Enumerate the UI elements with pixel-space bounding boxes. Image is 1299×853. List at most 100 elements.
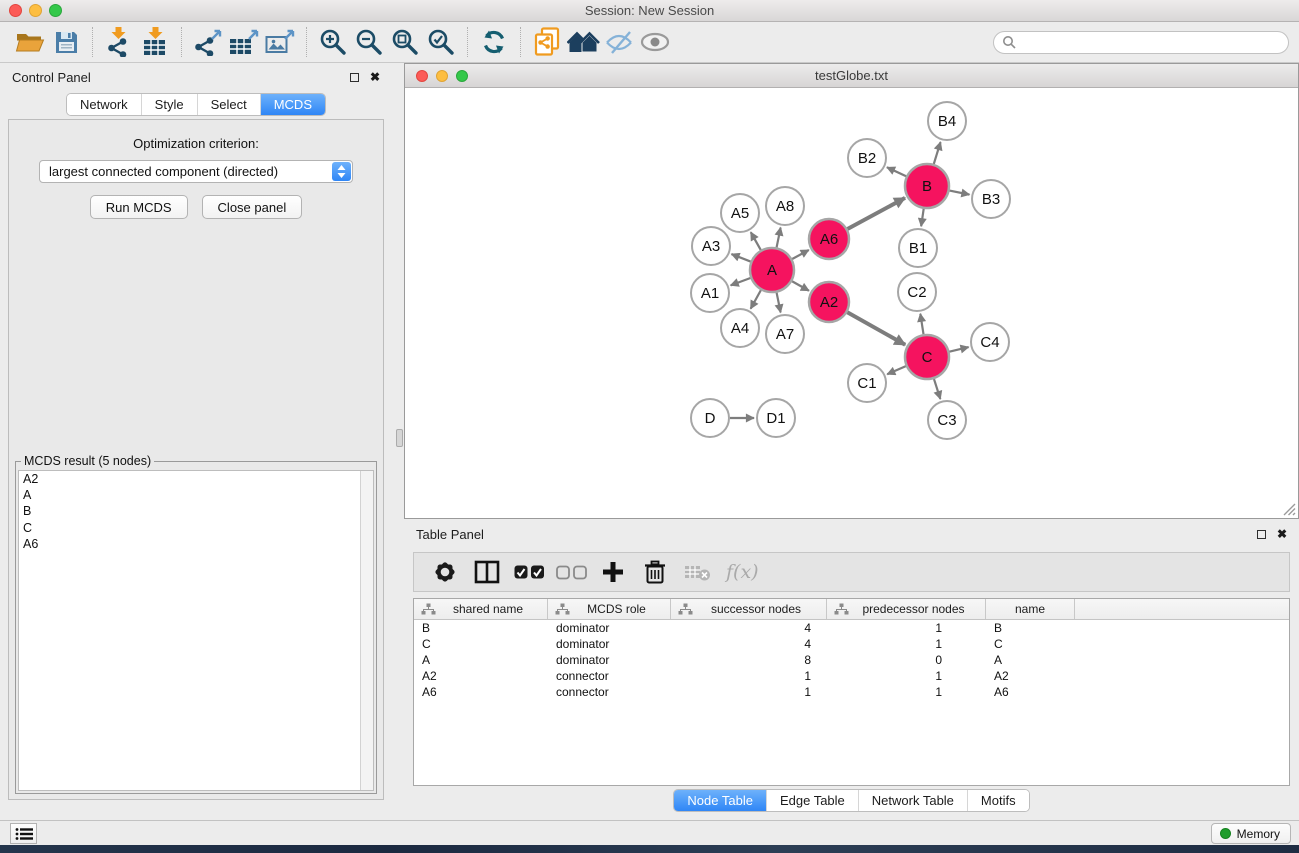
resize-grip-icon[interactable] — [1283, 503, 1296, 516]
network-zoom-button[interactable] — [456, 70, 468, 82]
table-cell[interactable]: connector — [548, 669, 671, 683]
graph-node-A2[interactable]: A2 — [809, 282, 849, 322]
graph-edge-B-B2[interactable] — [887, 167, 906, 176]
graph-edge-C-C4[interactable] — [949, 347, 968, 352]
table-cell[interactable]: 1 — [671, 685, 827, 699]
graph-node-C2[interactable]: C2 — [898, 273, 936, 311]
import-network-icon[interactable] — [101, 25, 137, 59]
graph-edge-A-A2[interactable] — [792, 281, 809, 290]
graph-edge-C-C3[interactable] — [934, 379, 940, 399]
table-cell[interactable]: connector — [548, 685, 671, 699]
graph-edge-A-A6[interactable] — [792, 250, 809, 259]
tab-network[interactable]: Network — [67, 94, 141, 115]
table-cell[interactable]: dominator — [548, 653, 671, 667]
splitter-handle[interactable] — [396, 429, 403, 447]
save-session-icon[interactable] — [48, 25, 84, 59]
graph-edge-A2-C[interactable] — [847, 312, 905, 344]
close-panel-icon[interactable]: ✖ — [1277, 528, 1287, 540]
graph-edge-C-C2[interactable] — [920, 314, 923, 335]
tab-network-table[interactable]: Network Table — [858, 790, 967, 811]
mcds-result-item[interactable]: A — [19, 487, 373, 503]
graph-edge-A6-B[interactable] — [847, 198, 905, 229]
mcds-result-item[interactable]: A2 — [19, 471, 373, 487]
run-mcds-button[interactable]: Run MCDS — [90, 195, 188, 219]
graph-node-A[interactable]: A — [750, 248, 794, 292]
node-table[interactable]: shared nameMCDS rolesuccessor nodesprede… — [413, 598, 1290, 786]
graph-node-B4[interactable]: B4 — [928, 102, 966, 140]
tab-mcds[interactable]: MCDS — [260, 94, 325, 115]
graph-node-C4[interactable]: C4 — [971, 323, 1009, 361]
graph-node-A4[interactable]: A4 — [721, 309, 759, 347]
column-header-MCDS-role[interactable]: MCDS role — [548, 599, 671, 619]
column-header-predecessor-nodes[interactable]: predecessor nodes — [827, 599, 986, 619]
table-cell[interactable]: A2 — [986, 669, 1075, 683]
table-cell[interactable]: 0 — [827, 653, 986, 667]
close-window-button[interactable] — [9, 4, 22, 17]
graph-edge-A-A3[interactable] — [731, 254, 750, 262]
zoom-fit-icon[interactable] — [387, 25, 423, 59]
zoom-window-button[interactable] — [49, 4, 62, 17]
table-cell[interactable]: A — [414, 653, 548, 667]
graph-edge-A-A4[interactable] — [751, 290, 761, 309]
trash-icon[interactable] — [638, 556, 672, 588]
table-cell[interactable]: 1 — [827, 685, 986, 699]
graph-node-C1[interactable]: C1 — [848, 364, 886, 402]
graph-node-A1[interactable]: A1 — [691, 274, 729, 312]
table-cell[interactable]: 4 — [671, 637, 827, 651]
optimization-criterion-select[interactable]: largest connected component (directed) — [39, 160, 353, 183]
mcds-result-item[interactable]: C — [19, 520, 373, 536]
graph-edge-B-B4[interactable] — [934, 142, 941, 164]
gear-icon[interactable] — [428, 556, 462, 588]
tab-style[interactable]: Style — [141, 94, 197, 115]
zoom-in-icon[interactable] — [315, 25, 351, 59]
checked-pair-icon[interactable] — [512, 556, 546, 588]
network-minimize-button[interactable] — [436, 70, 448, 82]
zoom-selected-icon[interactable] — [423, 25, 459, 59]
search-input[interactable] — [1020, 33, 1288, 51]
mcds-result-item[interactable]: A6 — [19, 536, 373, 552]
columns-icon[interactable] — [470, 556, 504, 588]
table-cell[interactable]: A6 — [986, 685, 1075, 699]
graph-edge-A-A8[interactable] — [777, 228, 781, 248]
graph-node-A8[interactable]: A8 — [766, 187, 804, 225]
graph-node-B1[interactable]: B1 — [899, 229, 937, 267]
network-close-button[interactable] — [416, 70, 428, 82]
open-session-icon[interactable] — [12, 25, 48, 59]
table-cell[interactable]: 1 — [671, 669, 827, 683]
table-cell[interactable]: A — [986, 653, 1075, 667]
delete-table-icon[interactable] — [680, 556, 714, 588]
table-row[interactable]: A2connector11A2 — [414, 668, 1289, 684]
memory-button[interactable]: Memory — [1211, 823, 1291, 844]
column-header-successor-nodes[interactable]: successor nodes — [671, 599, 827, 619]
table-cell[interactable]: 1 — [827, 637, 986, 651]
zoom-out-icon[interactable] — [351, 25, 387, 59]
table-cell[interactable]: 4 — [671, 621, 827, 635]
graph-edge-B-B3[interactable] — [950, 191, 970, 195]
tab-select[interactable]: Select — [197, 94, 260, 115]
import-table-icon[interactable] — [137, 25, 173, 59]
close-panel-icon[interactable]: ✖ — [370, 71, 380, 83]
graph-edge-B-B1[interactable] — [921, 209, 924, 226]
graph-edge-C-C1[interactable] — [887, 366, 906, 374]
network-document-icon[interactable] — [529, 25, 565, 59]
table-cell[interactable]: dominator — [548, 637, 671, 651]
graph-node-C3[interactable]: C3 — [928, 401, 966, 439]
table-row[interactable]: A6connector11A6 — [414, 684, 1289, 700]
graph-node-D[interactable]: D — [691, 399, 729, 437]
tab-node-table[interactable]: Node Table — [674, 790, 766, 811]
refresh-layout-icon[interactable] — [476, 25, 512, 59]
float-panel-icon[interactable] — [350, 73, 359, 82]
show-panels-button[interactable] — [10, 823, 37, 844]
graph-node-D1[interactable]: D1 — [757, 399, 795, 437]
column-header-shared-name[interactable]: shared name — [414, 599, 548, 619]
close-panel-button[interactable]: Close panel — [202, 195, 303, 219]
tab-edge-table[interactable]: Edge Table — [766, 790, 858, 811]
table-row[interactable]: Bdominator41B — [414, 620, 1289, 636]
graph-node-B[interactable]: B — [905, 164, 949, 208]
graph-edge-A-A5[interactable] — [751, 232, 761, 250]
eye-icon[interactable] — [637, 25, 673, 59]
graph-node-A6[interactable]: A6 — [809, 219, 849, 259]
graph-node-B3[interactable]: B3 — [972, 180, 1010, 218]
table-cell[interactable]: B — [986, 621, 1075, 635]
graph-edge-A-A1[interactable] — [731, 278, 751, 285]
